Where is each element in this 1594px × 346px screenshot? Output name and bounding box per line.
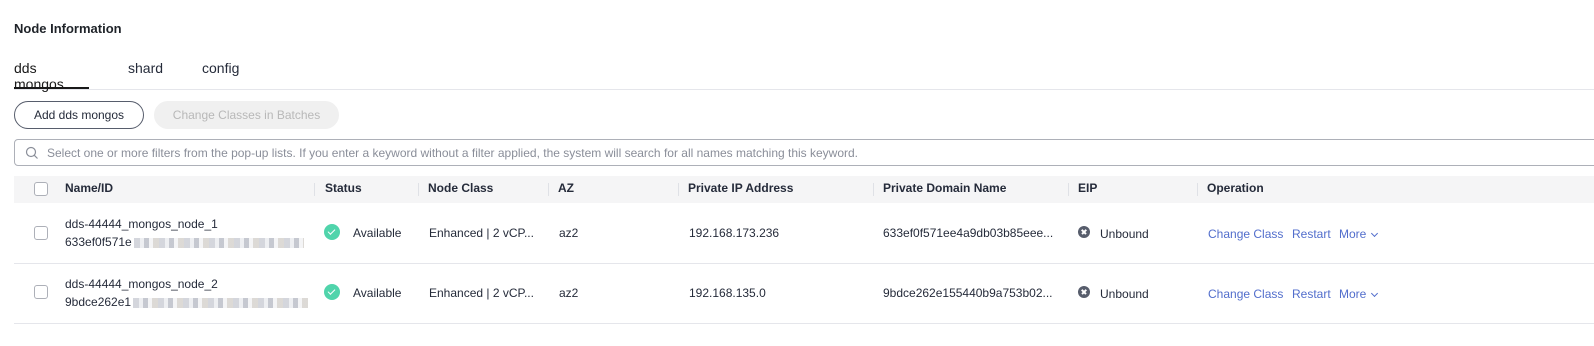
row-checkbox[interactable] [34, 285, 48, 299]
az-value: az2 [559, 286, 579, 300]
column-header-name-id[interactable]: Name/ID [65, 176, 113, 203]
eip-status: Unbound [1100, 287, 1149, 301]
table-row: dds-44444_mongos_node_1 633ef0f571e Avai… [14, 203, 1594, 264]
section-title: Node Information [14, 21, 122, 36]
column-divider [314, 183, 315, 196]
column-header-status[interactable]: Status [325, 176, 362, 203]
table-row: dds-44444_mongos_node_2 9bdce262e1 Avail… [14, 263, 1594, 324]
node-id: 633ef0f571e [65, 235, 304, 249]
column-divider [1197, 183, 1198, 196]
redacted-id [133, 297, 309, 308]
table-header: Name/ID Status Node Class AZ Private IP … [14, 176, 1594, 203]
status-text: Available [353, 286, 402, 300]
redacted-id [133, 237, 304, 248]
search-input[interactable] [45, 144, 1594, 161]
available-status-icon [324, 224, 340, 240]
column-divider [548, 183, 549, 196]
column-divider [1068, 183, 1069, 196]
column-header-operation: Operation [1207, 181, 1264, 195]
add-dds-mongos-button[interactable]: Add dds mongos [14, 101, 144, 129]
change-classes-in-batches-button: Change Classes in Batches [154, 101, 339, 129]
az-value: az2 [559, 226, 579, 240]
column-divider [678, 183, 679, 196]
column-header-eip[interactable]: EIP [1078, 176, 1097, 203]
more-label: More [1339, 287, 1367, 301]
node-tabs: dds mongos shard config [14, 60, 1594, 92]
node-class: Enhanced | 2 vCP... [429, 226, 534, 240]
tab-config[interactable]: config [202, 60, 239, 87]
search-bar[interactable] [14, 139, 1594, 166]
private-ip: 192.168.135.0 [689, 286, 766, 300]
private-domain-name: 9bdce262e155440b9a753b02... [883, 286, 1053, 300]
tab-shard[interactable]: shard [128, 60, 163, 87]
column-header-az[interactable]: AZ [558, 176, 574, 203]
node-id-text: 9bdce262e1 [65, 295, 132, 309]
node-id-text: 633ef0f571e [65, 235, 132, 249]
select-all-checkbox[interactable] [34, 182, 48, 196]
eip-status: Unbound [1100, 227, 1149, 241]
column-divider [418, 183, 419, 196]
tab-dds-mongos[interactable]: dds mongos [14, 60, 89, 92]
node-class: Enhanced | 2 vCP... [429, 286, 534, 300]
column-header-private-ip[interactable]: Private IP Address [688, 176, 793, 203]
private-ip: 192.168.173.236 [689, 226, 780, 240]
more-label: More [1339, 227, 1367, 241]
restart-link[interactable]: Restart [1292, 287, 1331, 301]
node-name: dds-44444_mongos_node_1 [65, 217, 218, 231]
more-dropdown[interactable]: More [1339, 227, 1379, 241]
restart-link[interactable]: Restart [1292, 227, 1331, 241]
column-header-private-domain[interactable]: Private Domain Name [883, 176, 1006, 203]
available-status-icon [324, 284, 340, 300]
unbound-icon [1078, 226, 1090, 238]
private-domain-name: 633ef0f571ee4a9db03b85eee... [883, 226, 1054, 240]
row-checkbox[interactable] [34, 226, 48, 240]
chevron-down-icon [1371, 289, 1379, 298]
change-class-link[interactable]: Change Class [1208, 287, 1283, 301]
column-divider [873, 183, 874, 196]
search-icon [25, 146, 38, 159]
node-id: 9bdce262e1 [65, 295, 309, 309]
status-text: Available [353, 226, 402, 240]
unbound-icon [1078, 286, 1090, 298]
change-class-link[interactable]: Change Class [1208, 227, 1283, 241]
more-dropdown[interactable]: More [1339, 287, 1379, 301]
column-header-node-class[interactable]: Node Class [428, 176, 493, 203]
chevron-down-icon [1371, 229, 1379, 238]
node-name: dds-44444_mongos_node_2 [65, 277, 218, 291]
